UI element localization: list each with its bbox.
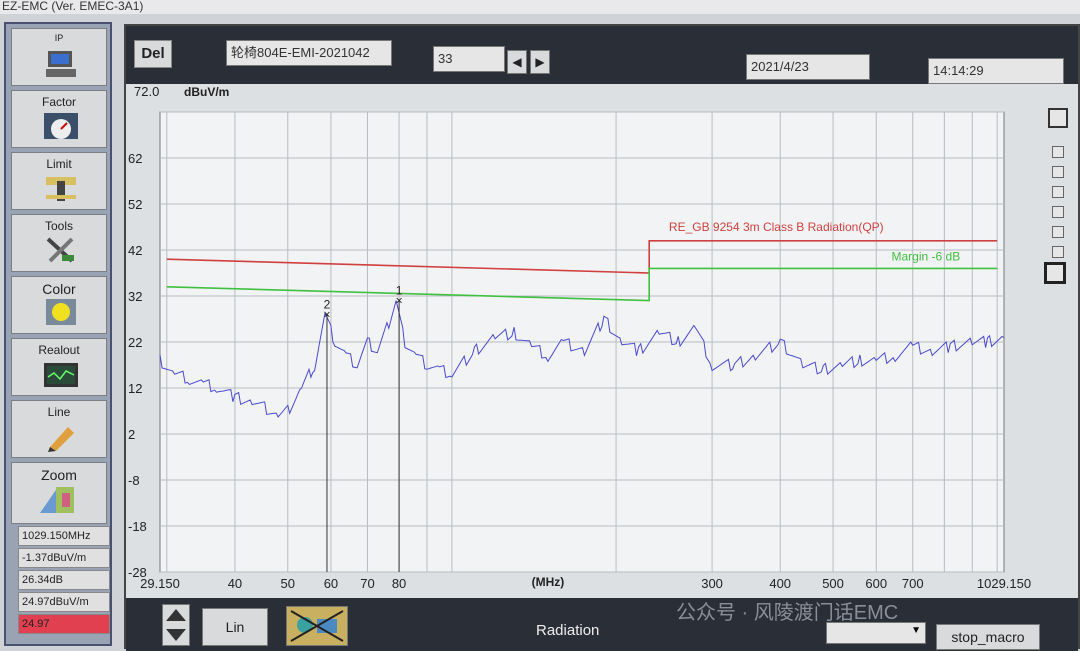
up-down-spinner[interactable] <box>162 604 190 646</box>
ip-button[interactable]: IP <box>11 28 107 86</box>
trace-checkbox-1[interactable] <box>1052 146 1064 158</box>
chart-area: 72.0 62 52 42 32 22 12 2 -8 -18 -28 dBuV/m 29.150 40 5… <box>126 84 1078 598</box>
x-tick-label: 1029.150 <box>977 576 1031 591</box>
dropdown-value <box>827 625 831 639</box>
lin-button[interactable]: Lin <box>202 608 268 646</box>
y-tick-label: 52 <box>128 197 142 212</box>
y-tick-label: -18 <box>128 519 147 534</box>
top-toolbar: Del 轮椅804E-EMI-2021042 33 ◀ ▶ 2021/4/23 … <box>126 26 1078 84</box>
x-tick-label: 29.150 <box>140 576 180 591</box>
readout-frequency: 1029.150MHz <box>18 526 110 546</box>
readout-margin: 26.34dB <box>18 570 110 590</box>
tools-button[interactable]: Tools <box>11 214 107 272</box>
y-tick-label: 72.0 <box>134 84 159 99</box>
sidebar: IP Factor Limit Tools Color Realout Line… <box>4 22 112 646</box>
top-selector-box[interactable] <box>1048 108 1068 128</box>
x-tick-label: 70 <box>360 576 374 591</box>
x-tick-label: 40 <box>228 576 242 591</box>
color-icon <box>46 299 76 325</box>
emission-chart: 72.06252423222122-8-18-28dBuV/m29.150 40 5… <box>128 84 1031 591</box>
limit-icon <box>46 177 76 201</box>
ip-label: IP <box>54 33 64 43</box>
y-tick-label: 32 <box>128 289 142 304</box>
y-tick-label: 42 <box>128 243 142 258</box>
watermark: 公众号 · 风陵渡门话EMC <box>676 602 899 624</box>
computer-icon <box>46 51 76 77</box>
x-axis-label: (MHz) <box>532 575 565 589</box>
pen-icon <box>48 427 74 452</box>
macro-dropdown[interactable]: ▼ <box>826 622 926 644</box>
x-tick-label: 500 <box>822 576 844 591</box>
limit-label: Limit <box>46 157 72 171</box>
number-field[interactable]: 33 <box>433 46 505 72</box>
crossed-marker-icon <box>290 610 344 642</box>
y-axis-label: dBuV/m <box>184 85 229 99</box>
x-tick-label: 50 <box>281 576 295 591</box>
readout-value-red: 24.97 <box>18 614 110 634</box>
window-title: EZ-EMC (Ver. EMEC-3A1) <box>0 0 1080 14</box>
line-button[interactable]: Line <box>11 400 107 458</box>
realout-label: Realout <box>38 343 80 357</box>
marker-toggle-button[interactable] <box>286 606 348 646</box>
marker-label: 2 <box>324 297 331 311</box>
limit-line-label: RE_GB 9254 3m Class B Radiation(QP) <box>669 220 884 234</box>
monitor-icon <box>44 363 78 387</box>
date-field: 2021/4/23 <box>746 54 870 80</box>
stop-macro-button[interactable]: stop_macro <box>936 624 1040 650</box>
x-tick-label: 300 <box>701 576 723 591</box>
main-panel: Del 轮椅804E-EMI-2021042 33 ◀ ▶ 2021/4/23 … <box>124 24 1080 651</box>
mode-label: Radiation <box>536 622 600 639</box>
trace-checkbox-4[interactable] <box>1052 206 1064 218</box>
zoom-icon <box>40 487 74 513</box>
time-field: 14:14:29 <box>928 58 1064 84</box>
y-tick-label: 62 <box>128 151 142 166</box>
bottom-toolbar: Lin Radiation ▼ stop_macro <box>126 598 1078 651</box>
x-tick-label: 400 <box>769 576 791 591</box>
trace-checkbox-6[interactable] <box>1052 246 1064 258</box>
y-tick-label: 22 <box>128 335 142 350</box>
tools-label: Tools <box>44 219 73 233</box>
next-button[interactable]: ▶ <box>530 50 550 74</box>
y-tick-label: 12 <box>128 381 142 396</box>
x-tick-label: 600 <box>865 576 887 591</box>
tools-icon <box>46 237 74 263</box>
readout-marker-level: 24.97dBuV/m <box>18 592 110 612</box>
up-down-arrow-icon <box>166 609 186 641</box>
marker-label: 1 <box>396 284 403 298</box>
margin-line-label: Margin -6 dB <box>892 249 961 263</box>
bottom-selector-box[interactable] <box>1044 262 1066 284</box>
limit-button[interactable]: Limit <box>11 152 107 210</box>
chevron-down-icon: ▼ <box>911 625 921 636</box>
zoom-button[interactable]: Zoom <box>11 462 107 524</box>
color-button[interactable]: Color <box>11 276 107 334</box>
gauge-icon <box>44 113 78 139</box>
factor-label: Factor <box>41 95 76 109</box>
realout-button[interactable]: Realout <box>11 338 107 396</box>
zoom-label: Zoom <box>41 467 77 483</box>
y-tick-label: 2 <box>128 427 135 442</box>
trace-checkbox-2[interactable] <box>1052 166 1064 178</box>
y-tick-label: -8 <box>128 473 140 488</box>
trace-checkbox-3[interactable] <box>1052 186 1064 198</box>
x-tick-label: 700 <box>902 576 924 591</box>
x-tick-label: 80 <box>392 576 406 591</box>
file-name-field[interactable]: 轮椅804E-EMI-2021042 <box>226 40 392 66</box>
del-button[interactable]: Del <box>134 40 172 68</box>
x-tick-label: 60 <box>324 576 338 591</box>
readout-level: -1.37dBuV/m <box>18 548 110 568</box>
trace-checkbox-5[interactable] <box>1052 226 1064 238</box>
prev-button[interactable]: ◀ <box>507 50 527 74</box>
factor-button[interactable]: Factor <box>11 90 107 148</box>
line-label: Line <box>47 405 71 419</box>
